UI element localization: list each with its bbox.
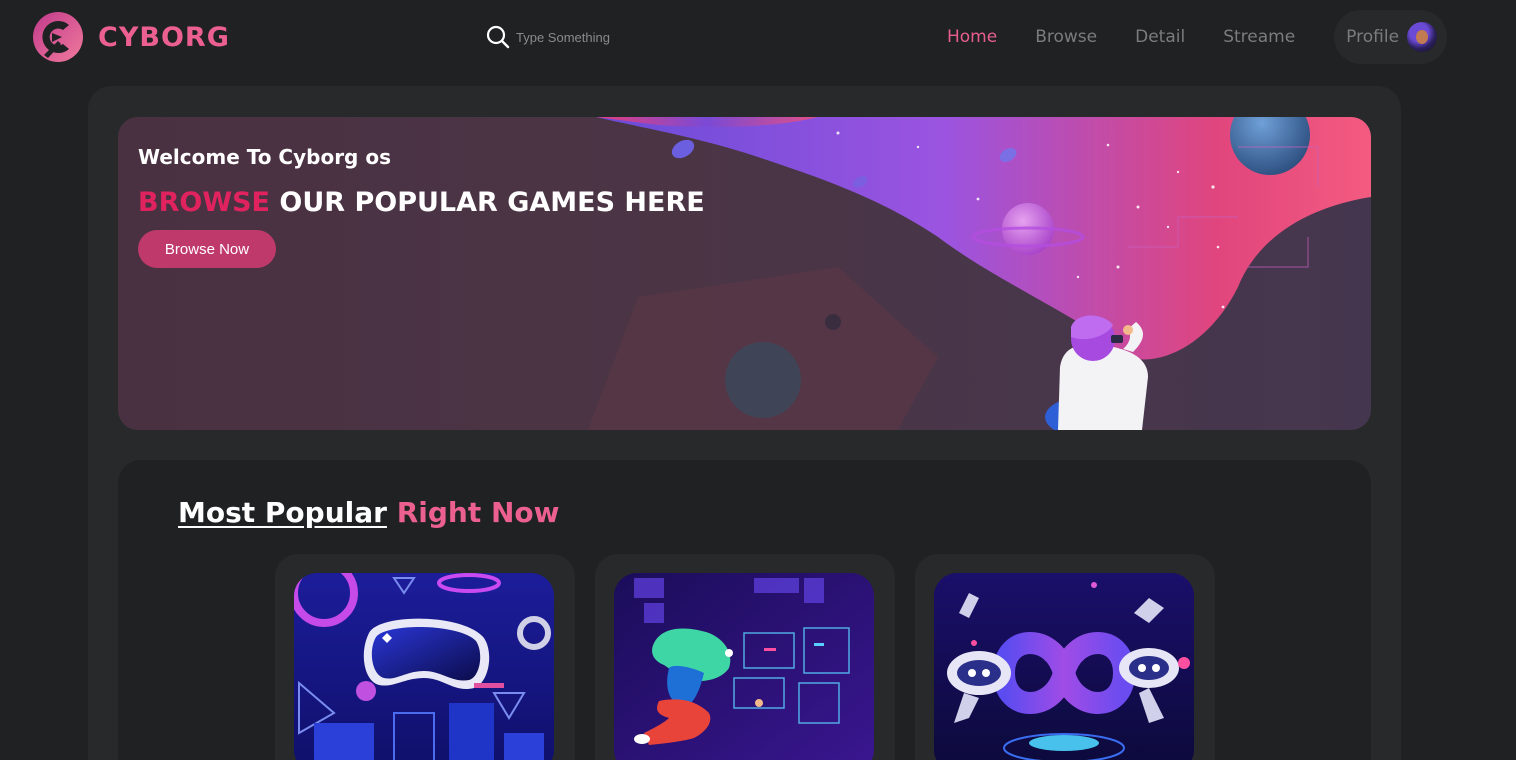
brand-logo[interactable]: CYBORG [32,12,230,62]
game-card[interactable] [915,554,1215,760]
banner-title-rest: OUR POPULAR GAMES HERE [270,187,705,218]
nav-detail[interactable]: Detail [1116,27,1204,47]
most-popular-section: Most Popular Right Now [118,460,1371,760]
hero-banner: Welcome To Cyborg os BROWSE OUR POPULAR … [118,117,1371,430]
vr-headset-icon [294,573,554,760]
top-header: CYBORG Home Browse Detail Streame Profil… [0,0,1516,74]
search-bar [486,25,696,49]
avatar [1407,22,1438,52]
astronomer-figure [1045,315,1148,430]
heading-highlight: Right Now [396,496,560,529]
main-nav: Home Browse Detail Streame Profile [928,10,1448,64]
profile-label: Profile [1346,27,1400,47]
nav-browse[interactable]: Browse [1016,27,1116,47]
browse-now-button[interactable]: Browse Now [138,230,276,268]
heading-underlined: Most Popular [178,496,387,529]
section-heading: Most Popular Right Now [178,496,560,529]
brand-name: CYBORG [98,21,230,53]
search-icon[interactable] [486,25,510,49]
hologram-girl-icon [614,573,874,760]
nav-home[interactable]: Home [928,27,1016,47]
game-card-image-hologram[interactable] [614,573,874,760]
game-card[interactable] [275,554,575,760]
banner-title: BROWSE OUR POPULAR GAMES HERE [138,187,705,218]
game-card-image-robots[interactable] [934,573,1194,760]
nav-streame[interactable]: Streame [1204,27,1314,47]
profile-button[interactable]: Profile [1334,10,1448,64]
search-input[interactable] [516,29,696,45]
game-card[interactable] [595,554,895,760]
cyborg-logo-icon [33,12,83,62]
banner-title-highlight: BROWSE [138,187,270,218]
banner-subtitle: Welcome To Cyborg os [138,145,391,169]
robots-infinity-icon [934,573,1194,760]
game-card-image-vr[interactable] [294,573,554,760]
